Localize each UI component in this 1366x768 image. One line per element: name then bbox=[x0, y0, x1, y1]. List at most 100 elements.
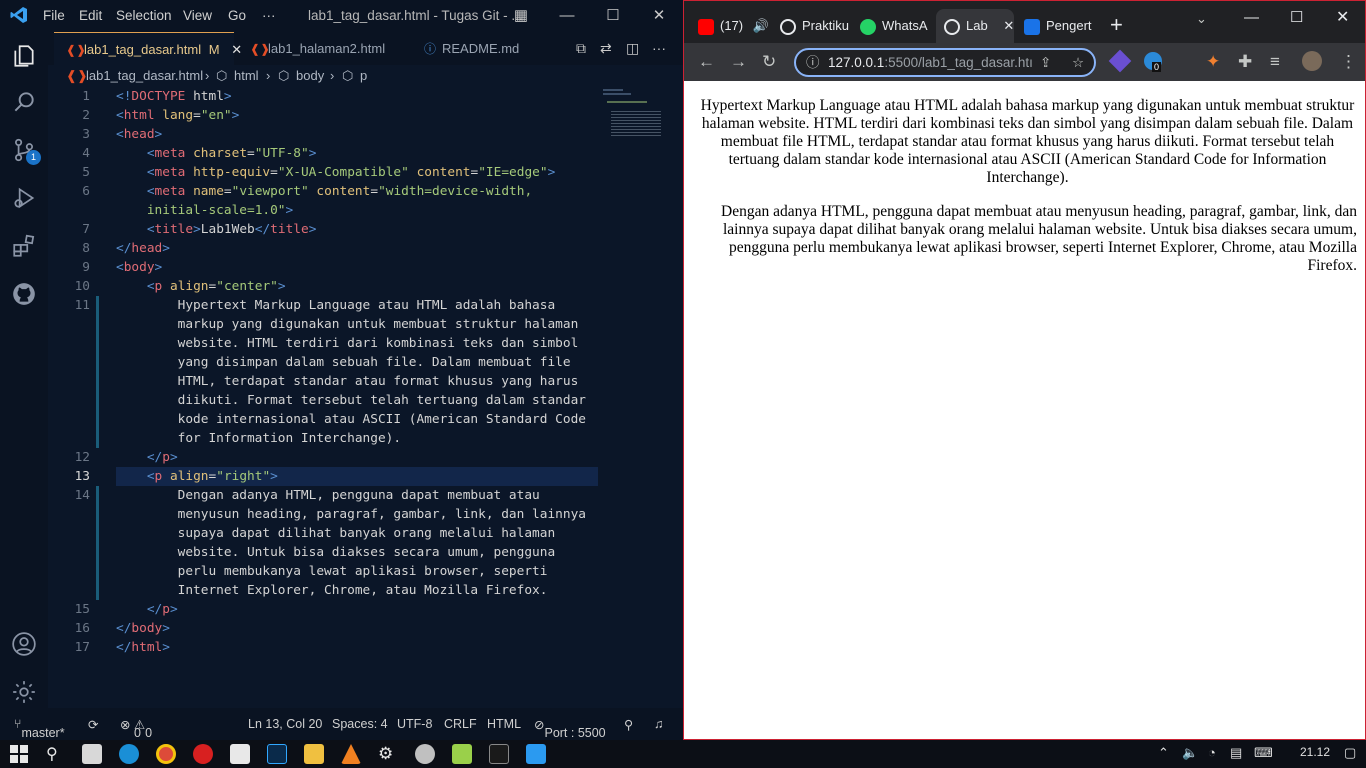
minimap[interactable] bbox=[603, 87, 663, 147]
terminal-icon[interactable] bbox=[489, 744, 509, 764]
account-icon[interactable] bbox=[0, 620, 48, 668]
notification-center-icon[interactable]: ▢ bbox=[1344, 745, 1356, 761]
file-explorer-icon[interactable] bbox=[304, 744, 324, 764]
layout-icon[interactable]: ▦ bbox=[506, 4, 536, 28]
line-number bbox=[48, 524, 90, 543]
vlc-icon[interactable] bbox=[341, 744, 361, 764]
eol-status[interactable]: CRLF bbox=[444, 717, 477, 731]
menu-view[interactable]: View bbox=[183, 8, 212, 23]
line-number: 1 bbox=[82, 89, 90, 104]
code-line: website. Untuk bisa diakses secara umum,… bbox=[177, 545, 556, 560]
chrome-tab-youtube[interactable]: (17) 🔊 bbox=[698, 9, 770, 43]
compare-changes-icon[interactable]: ⇄ bbox=[600, 40, 612, 57]
windows-start-icon[interactable] bbox=[10, 745, 28, 763]
extension-icon[interactable] bbox=[1108, 49, 1132, 73]
notes-icon[interactable] bbox=[230, 744, 250, 764]
problems-status[interactable]: ⊗ 0 ⚠ 0 bbox=[120, 717, 152, 740]
speaker-icon[interactable]: 🔊 bbox=[753, 18, 769, 33]
line-number: 6 bbox=[82, 184, 90, 199]
more-actions-icon[interactable]: ··· bbox=[652, 40, 666, 56]
tab-lab1-halaman2[interactable]: ❰❱lab1_halaman2.html bbox=[238, 32, 408, 65]
menu-more[interactable]: ··· bbox=[262, 8, 276, 23]
indentation-status[interactable]: Spaces: 4 bbox=[332, 717, 388, 731]
live-server-port[interactable]: ⊘ Port : 5500 bbox=[534, 717, 606, 740]
tab-close-icon[interactable]: ✕ bbox=[1003, 18, 1014, 33]
chrome-tab-lab[interactable]: Lab ✕ bbox=[936, 9, 1014, 43]
site-info-icon[interactable]: ⓘ bbox=[806, 50, 820, 75]
minimize-icon[interactable]: — bbox=[552, 4, 582, 28]
code-line: </head> bbox=[116, 241, 170, 256]
feedback-icon[interactable]: ⚲ bbox=[624, 717, 633, 732]
store-icon[interactable] bbox=[82, 744, 102, 764]
menu-kebab-icon[interactable]: ⋮ bbox=[1340, 52, 1357, 72]
split-editor-icon[interactable]: ◫ bbox=[626, 40, 639, 57]
breadcrumb-html[interactable]: html bbox=[234, 65, 259, 87]
open-preview-icon[interactable]: ⧉ bbox=[576, 40, 586, 57]
extension-icon[interactable]: 0 bbox=[1144, 52, 1162, 72]
code-line: <!DOCTYPE html> bbox=[116, 89, 232, 104]
settings-gear-icon[interactable]: ⚙ bbox=[378, 744, 398, 764]
extension-icon[interactable]: ✦ bbox=[1206, 52, 1220, 72]
cursor-position[interactable]: Ln 13, Col 20 bbox=[248, 717, 322, 731]
tab-readme[interactable]: ⓘ README.md bbox=[412, 32, 552, 65]
app-icon[interactable] bbox=[193, 744, 213, 764]
menu-edit[interactable]: Edit bbox=[79, 8, 102, 23]
extensions-puzzle-icon[interactable]: ✚ bbox=[1238, 52, 1252, 72]
app-icon[interactable] bbox=[452, 744, 472, 764]
share-icon[interactable]: ⇪ bbox=[1040, 50, 1051, 75]
code-line: </p> bbox=[146, 602, 178, 617]
tab-label: lab1_tag_dasar.html bbox=[84, 42, 202, 57]
vscode-taskbar-icon[interactable] bbox=[526, 744, 546, 764]
code-editor[interactable]: 1 <!DOCTYPE html> 2 <html lang="en"> 3 <head>… bbox=[48, 87, 683, 708]
language-mode[interactable]: HTML bbox=[487, 717, 521, 731]
menu-file[interactable]: File bbox=[43, 8, 65, 23]
breadcrumb-body[interactable]: body bbox=[296, 65, 324, 87]
menu-go[interactable]: Go bbox=[228, 8, 246, 23]
breadcrumb-p[interactable]: p bbox=[360, 65, 367, 87]
chrome-tab-pengertian[interactable]: Pengert bbox=[1024, 9, 1096, 43]
new-tab-button[interactable]: + bbox=[1110, 12, 1123, 38]
code-line: initial-scale=1.0"> bbox=[146, 203, 294, 218]
menu-selection[interactable]: Selection bbox=[116, 8, 172, 23]
reading-list-icon[interactable]: ≡ bbox=[1270, 52, 1280, 72]
photoshop-icon[interactable] bbox=[267, 744, 287, 764]
tab-search-chevron-icon[interactable]: ⌄ bbox=[1196, 11, 1207, 27]
search-icon[interactable]: ⚲ bbox=[46, 744, 66, 764]
tray-chevron-icon[interactable]: ⌃ bbox=[1158, 745, 1169, 761]
tab-lab1-tag-dasar[interactable]: ❰❱lab1_tag_dasar.html M ✕ bbox=[54, 32, 242, 65]
encoding-status[interactable]: UTF-8 bbox=[397, 717, 432, 731]
volume-icon[interactable]: 🔈 bbox=[1182, 745, 1198, 761]
sync-icon[interactable]: ⟳ bbox=[88, 717, 98, 732]
code-line: </body> bbox=[116, 621, 170, 636]
address-bar[interactable]: ⓘ 127.0.0.1:5500/lab1_tag_dasar.htı ⇪ ☆ bbox=[794, 48, 1096, 77]
notifications-bell-icon[interactable]: ♫ bbox=[654, 717, 663, 731]
reload-icon[interactable]: ↻ bbox=[762, 52, 776, 72]
profile-avatar[interactable] bbox=[1302, 51, 1322, 71]
close-icon[interactable]: ✕ bbox=[1336, 7, 1349, 27]
explorer-icon[interactable] bbox=[0, 32, 48, 80]
bookmark-star-icon[interactable]: ☆ bbox=[1072, 50, 1084, 75]
source-control-icon[interactable]: 1 bbox=[0, 126, 48, 174]
chat-icon[interactable]: ▤ bbox=[1230, 745, 1242, 761]
maximize-icon[interactable]: ☐ bbox=[598, 4, 628, 28]
back-icon[interactable]: ← bbox=[698, 52, 715, 72]
chrome-tab-whatsapp[interactable]: WhatsA bbox=[860, 9, 930, 43]
search-icon[interactable] bbox=[0, 78, 48, 126]
line-number bbox=[48, 391, 90, 410]
close-icon[interactable]: ✕ bbox=[644, 4, 674, 28]
extensions-icon[interactable] bbox=[0, 222, 48, 270]
branch-status[interactable]: ⑂ master* bbox=[14, 717, 65, 740]
keyboard-icon[interactable]: ⌨ bbox=[1254, 745, 1273, 761]
breadcrumb-file[interactable]: lab1_tag_dasar.html bbox=[86, 65, 203, 87]
app-icon[interactable] bbox=[415, 744, 435, 764]
wifi-icon[interactable]: ◔ bbox=[1208, 745, 1216, 760]
chrome-icon[interactable] bbox=[156, 744, 176, 764]
github-icon[interactable] bbox=[0, 270, 48, 318]
taskbar-clock[interactable]: 21.12 bbox=[1300, 745, 1330, 759]
edge-icon[interactable] bbox=[119, 744, 139, 764]
maximize-icon[interactable]: ☐ bbox=[1290, 8, 1303, 26]
minimize-icon[interactable]: — bbox=[1244, 9, 1259, 26]
chrome-tab-praktikum[interactable]: Praktiku bbox=[780, 9, 850, 43]
run-debug-icon[interactable] bbox=[0, 174, 48, 222]
forward-icon[interactable]: → bbox=[730, 52, 747, 72]
